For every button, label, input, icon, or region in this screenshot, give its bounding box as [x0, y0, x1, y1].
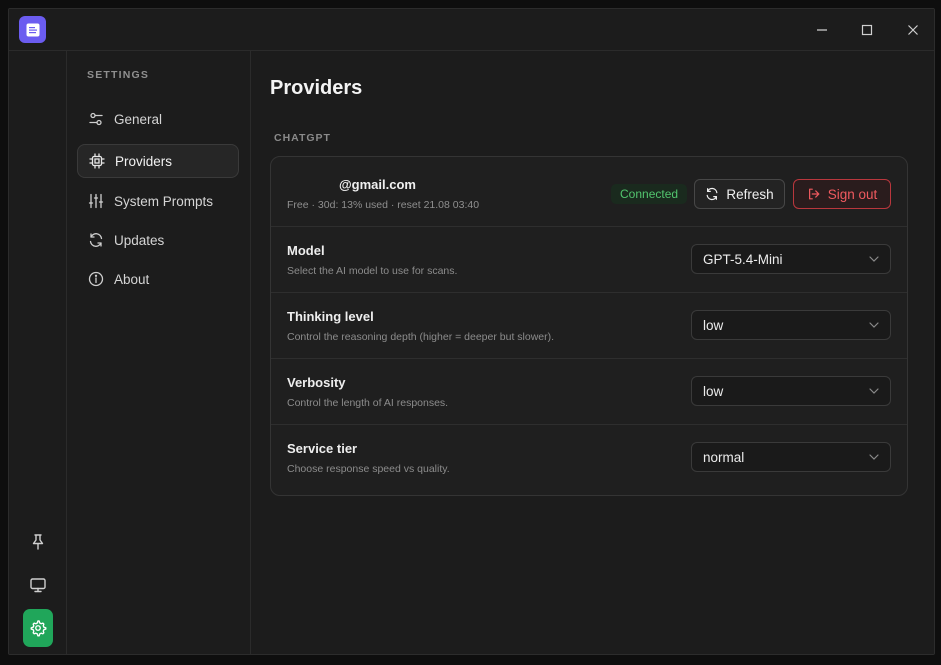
account-email: @gmail.com: [339, 177, 416, 192]
close-icon[interactable]: [900, 17, 926, 43]
provider-card: @gmail.com Free · 30d: 13% used · reset …: [270, 156, 908, 496]
setting-description: Select the AI model to use for scans.: [287, 265, 458, 277]
sign-out-icon: [807, 187, 821, 201]
setting-row-model: Model Select the AI model to use for sca…: [271, 227, 907, 293]
chevron-down-icon: [869, 388, 879, 394]
sidebar-item-label: Providers: [115, 153, 173, 169]
settings-sidebar: SETTINGS General Providers System Prompt…: [67, 51, 251, 654]
setting-row-verbosity: Verbosity Control the length of AI respo…: [271, 359, 907, 425]
cpu-chip-icon: [88, 152, 106, 170]
refresh-icon: [705, 187, 719, 201]
chevron-down-icon: [869, 454, 879, 460]
select-value: normal: [703, 449, 745, 465]
sidebar-item-about[interactable]: About: [77, 262, 239, 296]
app-window: SETTINGS General Providers System Prompt…: [8, 8, 935, 655]
thinking-level-select[interactable]: low: [691, 310, 891, 340]
verbosity-select[interactable]: low: [691, 376, 891, 406]
select-value: low: [703, 383, 724, 399]
sidebar-item-providers[interactable]: Providers: [77, 144, 239, 178]
sidebar-item-label: General: [114, 111, 163, 127]
sign-out-button[interactable]: Sign out: [793, 179, 891, 209]
sidebar-item-system-prompts[interactable]: System Prompts: [77, 184, 239, 218]
minimize-icon[interactable]: [809, 17, 835, 43]
chevron-down-icon: [869, 256, 879, 262]
setting-description: Control the length of AI responses.: [287, 397, 449, 409]
equalizer-icon: [87, 192, 105, 210]
sidebar-item-updates[interactable]: Updates: [77, 223, 239, 257]
select-value: GPT-5.4-Mini: [703, 251, 783, 267]
refresh-button-label: Refresh: [726, 186, 774, 202]
account-usage: Free · 30d: 13% used · reset 21.08 03:40: [287, 199, 480, 211]
sidebar-item-label: System Prompts: [114, 193, 214, 209]
chevron-down-icon: [869, 322, 879, 328]
main-content: Providers CHATGPT @gmail.com Free · 30d:…: [252, 51, 934, 654]
title-bar: [9, 9, 934, 51]
status-badge: Connected: [611, 184, 688, 204]
setting-title: Thinking level: [287, 309, 374, 324]
setting-title: Verbosity: [287, 375, 346, 390]
service-tier-select[interactable]: normal: [691, 442, 891, 472]
refresh-icon: [87, 231, 105, 249]
sidebar-item-general[interactable]: General: [77, 102, 239, 136]
pin-icon[interactable]: [23, 527, 53, 557]
sidebar-heading: SETTINGS: [87, 69, 150, 81]
account-row: @gmail.com Free · 30d: 13% used · reset …: [271, 157, 907, 227]
app-logo-icon: [19, 16, 46, 43]
maximize-icon[interactable]: [854, 17, 880, 43]
settings-gear-icon[interactable]: [23, 609, 53, 647]
section-label: CHATGPT: [274, 132, 331, 144]
icon-rail: [9, 51, 67, 654]
sign-out-button-label: Sign out: [827, 186, 878, 202]
sliders-icon: [87, 110, 105, 128]
page-title: Providers: [270, 77, 363, 99]
setting-description: Choose response speed vs quality.: [287, 463, 450, 475]
refresh-button[interactable]: Refresh: [694, 179, 785, 209]
model-select[interactable]: GPT-5.4-Mini: [691, 244, 891, 274]
setting-title: Service tier: [287, 441, 358, 456]
setting-row-service-tier: Service tier Choose response speed vs qu…: [271, 425, 907, 491]
sidebar-item-label: About: [114, 271, 150, 287]
info-icon: [87, 270, 105, 288]
setting-row-thinking-level: Thinking level Control the reasoning dep…: [271, 293, 907, 359]
setting-title: Model: [287, 243, 325, 258]
setting-description: Control the reasoning depth (higher = de…: [287, 331, 555, 343]
monitor-icon[interactable]: [23, 570, 53, 600]
sidebar-item-label: Updates: [114, 232, 165, 248]
select-value: low: [703, 317, 724, 333]
